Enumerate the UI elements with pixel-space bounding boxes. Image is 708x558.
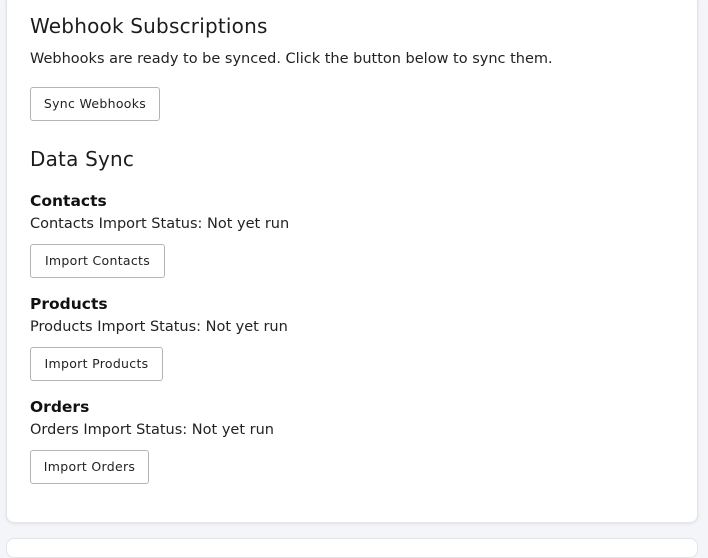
sync-webhooks-button[interactable]: Sync Webhooks <box>30 87 160 121</box>
webhook-status-text: Webhooks are ready to be synced. Click t… <box>30 51 553 67</box>
orders-import-status: Orders Import Status: Not yet run <box>30 422 274 438</box>
webhook-subscriptions-heading: Webhook Subscriptions <box>30 14 268 38</box>
products-heading: Products <box>30 295 108 313</box>
orders-heading: Orders <box>30 398 90 416</box>
products-import-status: Products Import Status: Not yet run <box>30 319 288 335</box>
contacts-import-status: Contacts Import Status: Not yet run <box>30 216 290 232</box>
data-sync-heading: Data Sync <box>30 147 135 171</box>
contacts-heading: Contacts <box>30 192 107 210</box>
next-card <box>6 538 698 558</box>
import-orders-button[interactable]: Import Orders <box>30 450 149 484</box>
import-products-button[interactable]: Import Products <box>30 347 163 381</box>
import-contacts-button[interactable]: Import Contacts <box>30 244 165 278</box>
